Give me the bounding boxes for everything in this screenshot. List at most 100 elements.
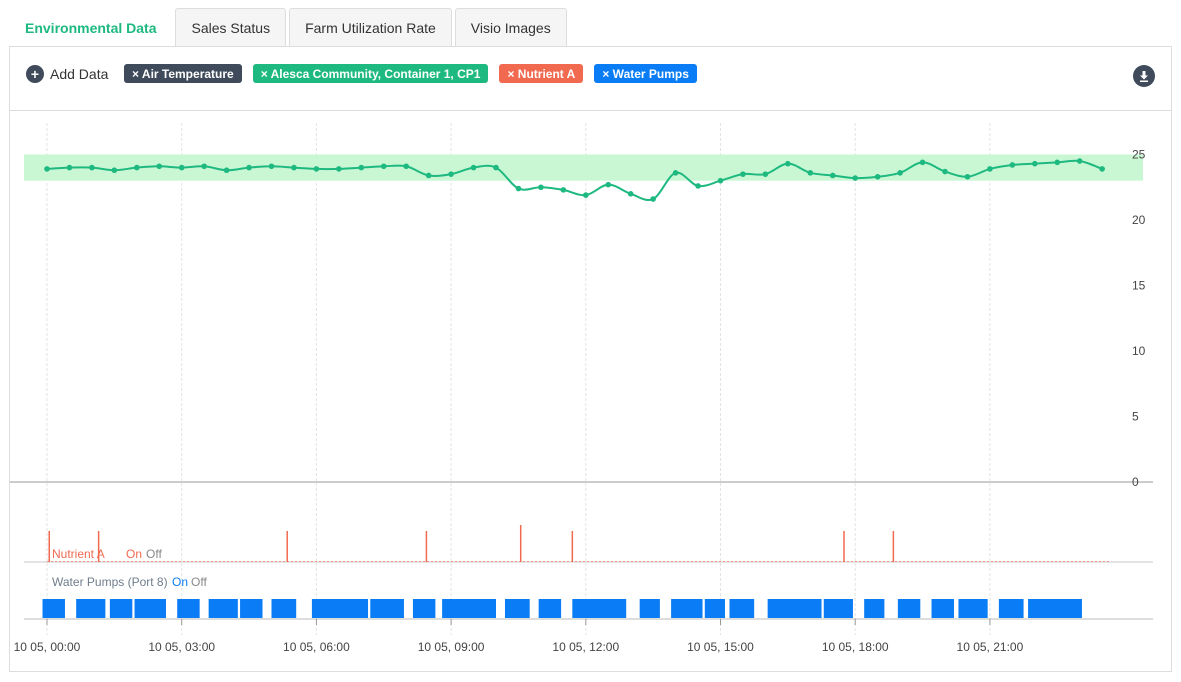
y-axis-ticks: 0 5 10 15 20 25 [1132,148,1146,490]
pump-on-block [572,599,627,618]
tab-environmental-data[interactable]: Environmental Data [9,8,173,46]
pump-on-block [271,599,297,618]
y-tick-label: 5 [1132,410,1139,424]
data-point [560,187,567,193]
y-tick-label: 20 [1132,213,1146,227]
x-tick-label: 10 05, 06:00 [283,640,350,654]
x-tick-label: 10 05, 09:00 [418,640,485,654]
data-point [1099,166,1105,172]
pump-on-block [109,599,133,618]
pump-on-block [823,599,853,618]
data-point [1032,160,1038,167]
data-point [807,170,814,176]
pump-on-block [177,599,200,618]
data-point [470,164,477,171]
data-point [493,164,499,171]
pump-on-block [671,599,703,618]
x-tick-label: 10 05, 18:00 [822,640,889,654]
data-point [627,191,634,197]
data-point [403,163,410,170]
pump-on-block [704,599,725,618]
data-point [268,163,275,170]
pump-on-block [897,599,921,618]
nutrient-legend-name: Nutrient A [52,547,105,561]
data-point [605,181,612,188]
tab-visio-images[interactable]: Visio Images [454,8,567,46]
data-point [358,164,365,171]
data-point [291,164,297,171]
x-tick-label: 10 05, 00:00 [14,640,81,654]
pump-legend-off: Off [191,575,207,589]
data-point [66,164,73,171]
chart-panel: + Add Data × Air Temperature × Alesca Co… [9,46,1172,672]
data-point [44,166,50,172]
pump-on-block [864,599,885,618]
pump-on-block [311,599,369,618]
pump-on-block [76,599,106,618]
data-point [425,172,432,179]
data-point [1054,159,1061,166]
data-point [897,170,903,176]
x-axis-ticks: 10 05, 00:00 10 05, 03:00 10 05, 06:00 10 0… [14,619,1024,654]
pump-on-block [538,599,562,618]
data-point [717,177,724,184]
y-tick-label: 10 [1132,344,1146,358]
y-tick-label: 25 [1132,148,1146,162]
pump-on-block [442,599,496,618]
data-point [785,160,791,167]
tab-bar: Environmental Data Sales Status Farm Uti… [9,8,570,46]
tab-sales-status[interactable]: Sales Status [175,8,287,46]
data-point [178,164,185,171]
data-point [874,173,881,180]
data-point [987,166,993,172]
data-point [942,168,948,175]
pump-on-block [729,599,755,618]
pump-on-block [42,599,65,618]
nutrient-legend-on: On [126,547,142,561]
data-point [1076,158,1083,164]
tab-farm-utilization-rate[interactable]: Farm Utilization Rate [289,8,452,46]
data-point [538,184,544,191]
chart-svg: 0 5 10 15 20 25 Nutrient A On Off Water Pumps… [10,123,1153,654]
data-point [223,167,230,174]
data-point [156,163,163,170]
pump-on-block [958,599,988,618]
data-point [89,164,95,171]
pump-on-block [767,599,822,618]
data-point [852,175,858,181]
pump-on-block [998,599,1024,618]
pump-on-block [208,599,238,618]
data-point [380,163,387,170]
pump-on-block [240,599,263,618]
y-tick-label: 0 [1132,475,1139,489]
data-point [919,159,926,166]
data-point [650,196,656,202]
data-point [740,171,746,177]
data-point [313,166,320,172]
data-point [695,183,701,189]
data-point [583,192,589,198]
data-point [246,164,252,171]
pump-on-block [412,599,436,618]
x-tick-label: 10 05, 03:00 [148,640,215,654]
data-point [762,171,769,177]
pump-track [42,599,1082,618]
nutrient-track [47,525,1110,562]
pump-legend-name: Water Pumps (Port 8) [52,575,168,589]
x-tick-label: 10 05, 21:00 [957,640,1024,654]
data-point [448,171,454,177]
data-point [964,173,971,180]
data-point [201,163,207,170]
x-tick-label: 10 05, 12:00 [552,640,619,654]
x-tick-label: 10 05, 15:00 [687,640,754,654]
data-point [515,185,522,192]
nutrient-legend-off: Off [146,547,162,561]
pump-on-block [1028,599,1082,618]
pump-on-block [134,599,166,618]
y-tick-label: 15 [1132,279,1146,293]
data-point [336,166,342,172]
data-point [134,164,140,171]
data-point [111,167,118,174]
pump-on-block [639,599,660,618]
grid-layer [46,123,991,635]
